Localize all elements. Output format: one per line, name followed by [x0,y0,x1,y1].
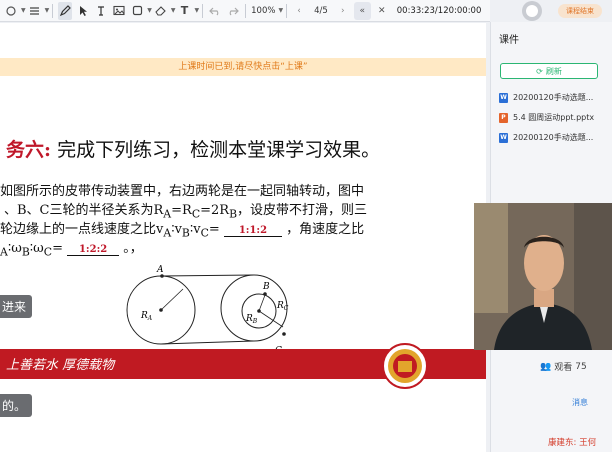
viewers-number: 75 [575,361,587,372]
chevron-down-icon[interactable]: ▼ [147,7,152,14]
question-text: ∶v [171,222,182,237]
eraser-icon[interactable] [154,2,168,20]
text-tool-icon[interactable]: T [178,2,192,20]
chevron-down-icon[interactable]: ▼ [21,7,26,14]
viewer-count: 👥 观看 75 [540,360,587,374]
chevron-down-icon[interactable]: ▼ [278,7,283,14]
school-emblem-icon [382,343,428,389]
shape-icon[interactable] [130,2,144,20]
label-a: A [156,265,164,275]
viewers-label: 观看 [554,363,573,373]
pen-icon[interactable] [58,1,73,20]
subscript: A [0,245,8,259]
pointer-icon[interactable] [76,2,90,20]
label-rc-sub: C [284,305,289,312]
record-indicator-icon[interactable] [517,0,547,22]
panel-title: 课件 [499,35,519,46]
subscript: C [43,245,53,259]
caption-tag: 的。 [0,394,33,417]
question-text: ∶ω [29,241,44,256]
next-page-icon[interactable]: › [336,2,350,20]
svg-text:RA: RA [140,311,153,322]
class-start-banner: 上课时间已到,请尽快点击“上课” [0,58,486,76]
text-cursor-icon[interactable] [94,2,108,20]
question-text: = [52,241,63,256]
menu-icon[interactable] [4,2,18,20]
page-indicator: 4/5 [314,5,328,16]
question-text: =2R [200,203,230,218]
camera-image [474,203,612,350]
point-c [282,332,286,336]
ppt-file-icon: P [499,112,508,123]
svg-text:RB: RB [245,314,258,325]
divider [245,3,247,18]
class-timer: 00:33:23/120:00:00 [396,5,482,16]
subscript: B [21,245,30,259]
label-rb-sub: B [252,318,258,325]
question-text: 如图所示的皮带传动装置中，右边两轮是在一起同轴转动，图中 [0,184,365,199]
file-name: 5.4 圆周运动ppt.pptx [513,113,595,122]
task-label: 务六: [6,139,52,161]
question-text: ∶ω [7,241,22,256]
image-icon[interactable] [112,2,126,20]
divider [52,3,54,18]
question-text: 轮边缘上的一点线速度之比v [0,222,164,237]
subscript: C [200,226,209,240]
zoom-level[interactable]: 100% [251,6,275,16]
question-text: =R [171,203,192,218]
teacher-camera-feed [474,203,612,350]
chevron-down-icon[interactable]: ▼ [45,7,50,14]
word-file-icon: W [499,92,508,103]
undo-icon[interactable] [208,2,222,20]
subscript: B [181,226,190,240]
radius-c [258,310,284,328]
radius-b [258,294,266,312]
divider [202,3,204,18]
list-icon[interactable] [28,2,42,20]
refresh-icon: ⟳ [536,66,543,76]
question-text: ∶v [189,222,201,237]
collapse-icon[interactable]: « [353,1,371,20]
belt-top [160,274,255,277]
end-class-button[interactable]: 课程结束 [558,4,602,18]
file-name: 20200120手动选题... [513,93,594,102]
user-group-icon: 👥 [540,361,552,372]
file-item[interactable]: P 5.4 圆周运动ppt.pptx [499,112,609,123]
toolbar: ▼ ▼ ▼ ▼ T ▼ 100% ▼ ‹ 4/5 › « ✕ 00:33:23/12… [0,0,490,22]
question-line-4: A∶ωB∶ωC= 1:2:2 。， [0,237,143,259]
chevron-down-icon[interactable]: ▼ [171,7,176,14]
point-b [263,292,267,296]
subscript: A [163,226,172,240]
answer-2: 1:2:2 [67,244,120,256]
question-text: 。， [123,241,143,256]
messages-tab[interactable]: 消息 [572,397,588,408]
school-motto: 上善若水 厚德载物 [6,358,115,373]
task-text: 完成下列练习，检测本堂课学习效果。 [57,139,381,161]
file-name: 20200120手动选题... [513,133,594,142]
question-text: ，角速度之比 [286,222,365,237]
refresh-button[interactable]: ⟳ 刷新 [500,63,598,79]
answer-1: 1:1:2 [223,225,282,237]
slide-title: 务六: 完成下列练习，检测本堂课学习效果。 [6,135,380,162]
refresh-label: 刷新 [545,66,562,76]
label-ra-sub: A [147,315,153,322]
file-item[interactable]: W 20200120手动选题... [499,92,609,103]
question-text: = [208,222,220,237]
file-item[interactable]: W 20200120手动选题... [499,132,609,143]
question-text: ，设皮带不打滑，则三 [237,203,368,218]
redo-icon[interactable] [226,2,240,20]
chevron-down-icon[interactable]: ▼ [195,7,200,14]
belt-pulley-diagram: A B C RA RB RC [126,265,289,356]
question-line-1: 如图所示的皮带传动装置中，右边两轮是在一起同轴转动，图中 [0,180,364,199]
chat-message: 康建东: 王何 [548,438,597,448]
slide-canvas[interactable]: 上课时间已到,请尽快点击“上课” 务六: 完成下列练习，检测本堂课学习效果。 如… [0,23,486,452]
caption-tag: 进来 [0,295,33,318]
divider [286,3,288,18]
close-icon[interactable]: ✕ [375,2,389,20]
prev-page-icon[interactable]: ‹ [292,2,306,20]
radius-a [160,288,184,311]
question-text: 、B、C三轮的半径关系为R [4,203,164,218]
label-b: B [262,282,270,292]
word-file-icon: W [499,132,508,143]
